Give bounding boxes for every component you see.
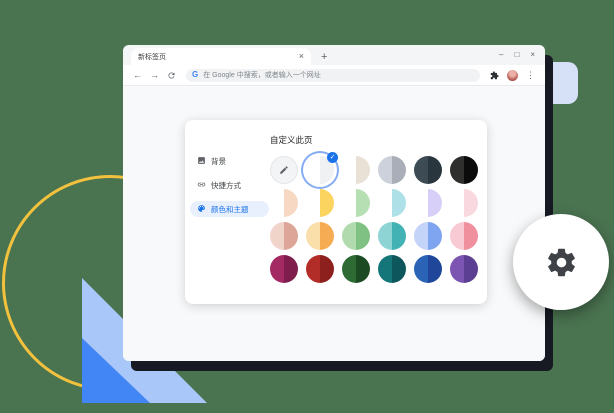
google-logo-icon: G [192,71,198,79]
theme-swatch-dark-slate[interactable] [414,156,442,184]
minimize-button[interactable]: – [499,51,503,59]
browser-window: 新标签页 × + – □ × ← → G 在 Google 中搜索，或者输入一个… [123,45,545,361]
theme-swatch-light-green[interactable] [342,189,370,217]
image-icon [197,152,206,170]
link-icon [197,176,206,194]
theme-swatch-green[interactable] [342,222,370,250]
theme-swatch-teal[interactable] [378,222,406,250]
new-tab-page: 自定义此页 背景快捷方式颜色和主题 ✓ [123,86,545,361]
sidebar-item-palette[interactable]: 颜色和主题 [190,201,269,217]
tab-strip: 新标签页 × + – □ × [123,45,545,65]
tab-title: 新标签页 [138,52,299,62]
browser-toolbar: ← → G 在 Google 中搜索，或者输入一个网址 ⋮ [123,65,545,86]
selected-check-badge: ✓ [327,152,338,163]
tab-new-tab[interactable]: 新标签页 × [131,48,311,65]
theme-swatch-peach[interactable] [270,189,298,217]
omnibox-placeholder: 在 Google 中搜索，或者输入一个网址 [203,70,320,80]
tab-close-icon[interactable]: × [299,52,304,61]
theme-swatch-orange[interactable] [306,222,334,250]
theme-swatch-light-cyan[interactable] [378,189,406,217]
sidebar-item-label: 快捷方式 [211,180,241,191]
sidebar-item-image[interactable]: 背景 [190,153,269,169]
theme-swatch-dark-teal[interactable] [378,255,406,283]
theme-swatch-grid: ✓ [270,156,482,283]
window-controls: – □ × [489,51,545,59]
theme-swatch-light-pink[interactable] [450,189,478,217]
omnibox[interactable]: G 在 Google 中搜索，或者输入一个网址 [186,69,480,82]
back-icon[interactable]: ← [133,71,142,80]
maximize-button[interactable]: □ [514,51,519,59]
extensions-icon[interactable] [490,71,499,80]
sidebar-item-label: 颜色和主题 [211,204,249,215]
sidebar-item-label: 背景 [211,156,226,167]
sidebar-item-link[interactable]: 快捷方式 [190,177,269,193]
desktop-background: 新标签页 × + – □ × ← → G 在 Google 中搜索，或者输入一个… [0,0,614,413]
forward-icon[interactable]: → [150,71,159,80]
new-tab-button[interactable]: + [321,52,327,63]
gear-icon [545,246,578,279]
theme-swatch-custom-color[interactable] [270,156,298,184]
theme-swatch-blue[interactable] [414,222,442,250]
theme-swatch-yellow[interactable] [306,189,334,217]
theme-swatch-purple[interactable] [450,255,478,283]
menu-kebab-icon[interactable]: ⋮ [526,71,535,80]
theme-swatch-berry[interactable] [270,255,298,283]
window-close-button[interactable]: × [530,51,535,59]
theme-swatch-beige[interactable] [342,156,370,184]
settings-fab[interactable] [513,214,609,310]
reload-icon[interactable] [167,71,176,80]
theme-swatch-default[interactable]: ✓ [306,156,334,184]
palette-icon [197,200,206,218]
theme-swatch-dark-green[interactable] [342,255,370,283]
dialog-sidebar: 背景快捷方式颜色和主题 [190,153,269,225]
profile-avatar[interactable] [507,70,518,81]
theme-swatch-dark-red[interactable] [306,255,334,283]
pencil-icon [279,165,289,175]
theme-swatch-black[interactable] [450,156,478,184]
theme-swatch-dark-blue[interactable] [414,255,442,283]
theme-swatch-pink[interactable] [450,222,478,250]
theme-swatch-gray[interactable] [378,156,406,184]
dialog-title: 自定义此页 [270,134,313,146]
customize-dialog: 自定义此页 背景快捷方式颜色和主题 ✓ [185,120,487,304]
theme-swatch-rose-tan[interactable] [270,222,298,250]
theme-swatch-lavender[interactable] [414,189,442,217]
